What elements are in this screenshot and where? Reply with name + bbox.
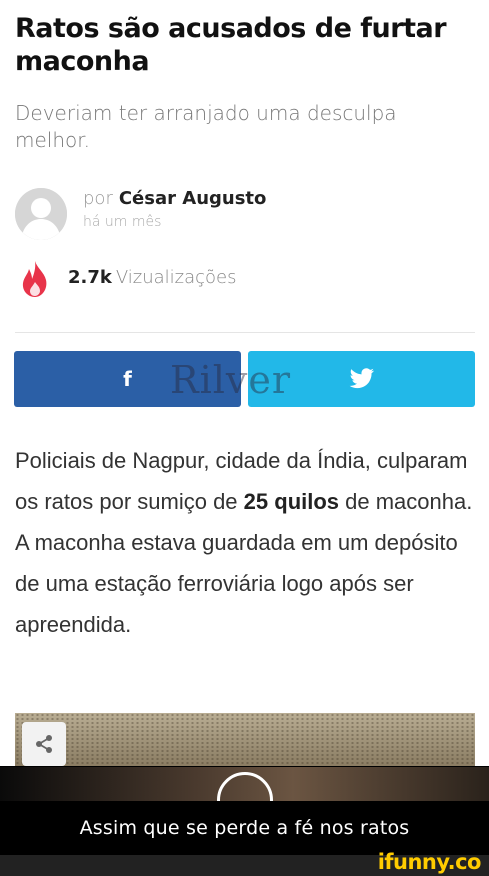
- divider: [15, 332, 475, 333]
- share-icon: [36, 735, 52, 753]
- author-avatar-icon[interactable]: [15, 188, 67, 240]
- view-count: 2.7k Vizualizações: [68, 266, 237, 290]
- body-text-bold: 25 quilos: [243, 489, 340, 514]
- view-count-label: Vizualizações: [115, 267, 237, 288]
- article-subtitle: Deveriam ter arranjado uma desculpa melh…: [15, 101, 397, 152]
- article-headline: Ratos são acusados de furtar maconha: [15, 13, 447, 77]
- author-name[interactable]: César Augusto: [119, 188, 267, 209]
- publish-time: há um mês: [83, 214, 162, 230]
- facebook-icon: f: [123, 367, 132, 391]
- watermark: Rilver: [170, 358, 292, 402]
- article-image: [15, 713, 475, 767]
- share-button[interactable]: [22, 722, 66, 766]
- ifunny-logo: ifunny.co: [377, 850, 482, 874]
- byline-prefix: por: [83, 188, 113, 209]
- fire-icon: [22, 261, 47, 297]
- byline: por César Augusto: [83, 187, 266, 211]
- view-count-number: 2.7k: [68, 267, 112, 288]
- meme-caption: Assim que se perde a fé nos ratos: [79, 817, 410, 839]
- article-body: Policiais de Nagpur, cidade da Índia, cu…: [15, 440, 475, 645]
- twitter-bird-icon: [349, 368, 374, 389]
- caption-box: Assim que se perde a fé nos ratos: [0, 801, 489, 855]
